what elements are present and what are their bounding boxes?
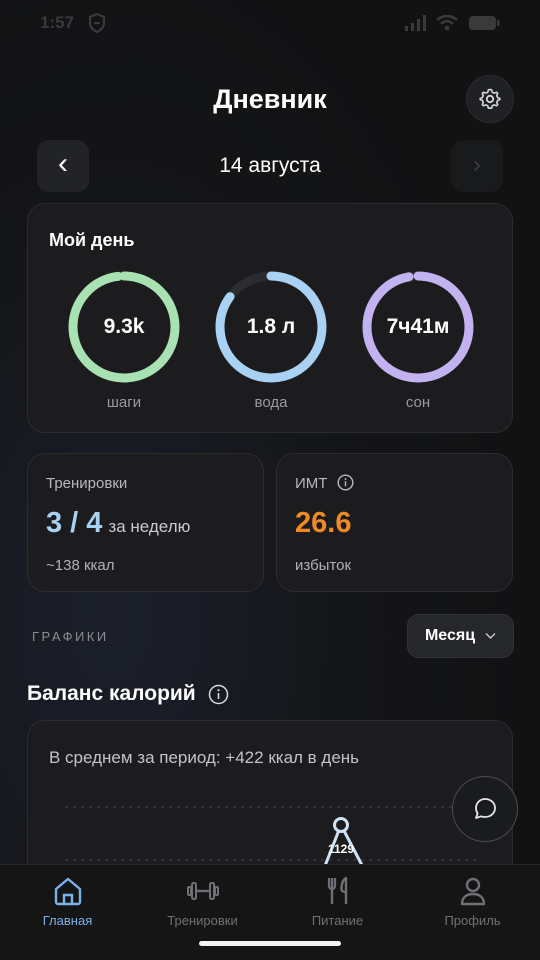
next-day-button[interactable]: › [451, 140, 503, 192]
nav-item-home[interactable]: Главная [0, 865, 135, 935]
bmi-card[interactable]: ИМТ 26.6 избыток [276, 453, 513, 592]
status-bar: 1:57 [0, 0, 540, 46]
workouts-value: 3 / 4 [46, 507, 103, 539]
chevron-left-icon: ‹ [58, 147, 68, 180]
dumbbell-icon [186, 882, 219, 900]
nav-label-home: Главная [42, 913, 93, 928]
info-icon[interactable] [337, 474, 354, 491]
previous-day-button[interactable]: ‹ [37, 140, 89, 192]
chevron-down-icon [485, 633, 496, 639]
settings-button[interactable] [466, 75, 514, 123]
nav-item-nutrition[interactable]: Питание [270, 865, 405, 935]
period-dropdown[interactable]: Месяц [407, 614, 514, 658]
nav-label-workouts: Тренировки [167, 913, 238, 928]
nav-label-profile: Профиль [444, 913, 501, 928]
status-right [404, 15, 500, 31]
bmi-label: ИМТ [295, 475, 328, 492]
sleep-ring[interactable]: 7ч41м [360, 269, 476, 385]
fork-knife-icon [327, 876, 347, 904]
status-left: 1:57 [40, 13, 106, 33]
signal-icon [405, 15, 426, 31]
steps-value: 9.3k [103, 315, 145, 338]
sleep-value: 7ч41м [386, 315, 450, 338]
bmi-status: избыток [295, 557, 352, 574]
chevron-right-icon: › [473, 150, 481, 178]
steps-ring[interactable]: 9.3k [66, 269, 182, 385]
calorie-balance-header: Баланс калорий [27, 682, 229, 706]
my-day-card[interactable]: Мой день 9.3k шаги 1.8 л вода 7ч41м сон [27, 203, 513, 433]
workouts-calories: ~138 ккал [46, 557, 115, 574]
water-label: вода [254, 394, 288, 411]
water-value: 1.8 л [246, 315, 296, 338]
nav-item-profile[interactable]: Профиль [405, 865, 540, 935]
header: Дневник [0, 72, 540, 126]
water-ring[interactable]: 1.8 л [213, 269, 329, 385]
shield-icon [88, 13, 106, 33]
charts-section-label: ГРАФИКИ [32, 629, 109, 644]
chart-peak-label: 1129 [328, 842, 354, 856]
profile-icon [460, 877, 485, 906]
bmi-main: 26.6 [295, 507, 351, 540]
sleep-label: сон [405, 394, 431, 411]
nav-label-nutrition: Питание [311, 913, 364, 928]
workouts-card[interactable]: Тренировки 3 / 4 за неделю ~138 ккал [27, 453, 264, 592]
steps-label: шаги [106, 394, 142, 411]
date-navigation: ‹ 14 августа › [37, 140, 503, 192]
chat-button[interactable] [452, 776, 518, 842]
current-date: 14 августа [219, 154, 321, 177]
battery-icon [469, 16, 500, 30]
workouts-main: 3 / 4 за неделю [46, 507, 190, 540]
workouts-period: за неделю [108, 517, 191, 536]
info-icon[interactable] [208, 684, 229, 705]
period-value: Месяц [424, 627, 476, 644]
status-time: 1:57 [40, 13, 75, 32]
home-icon [54, 877, 81, 906]
home-indicator [199, 941, 341, 946]
calorie-balance-title: Баланс калорий [27, 682, 196, 705]
chat-bubble-icon [475, 798, 496, 819]
my-day-title: Мой день [49, 230, 135, 250]
wifi-icon [436, 15, 458, 31]
page-title: Дневник [213, 83, 327, 114]
workouts-label: Тренировки [46, 475, 128, 492]
gear-icon [479, 88, 501, 109]
bmi-value: 26.6 [295, 507, 352, 539]
nav-item-workouts[interactable]: Тренировки [135, 865, 270, 935]
chart-peak-point [333, 817, 349, 833]
